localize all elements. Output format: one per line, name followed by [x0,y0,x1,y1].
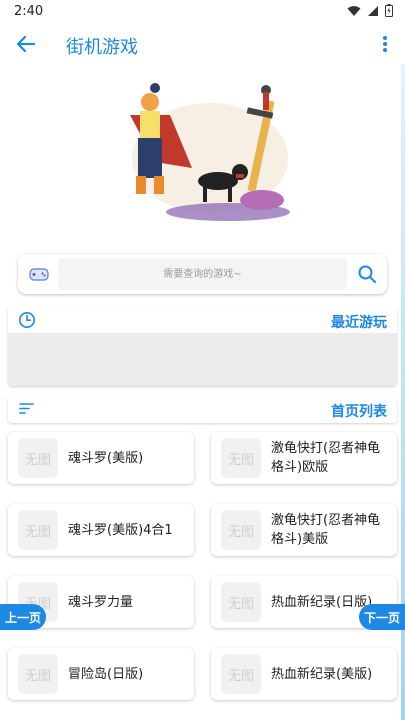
game-thumbnail: 无图 [18,438,58,478]
search-input[interactable] [58,258,347,290]
arrow-left-icon [16,35,36,53]
game-name: 热血新纪录(美版) [271,666,373,682]
home-list-title[interactable]: 首页列表 [331,401,387,421]
gamepad-icon [29,268,49,281]
recent-list [8,333,397,386]
game-name: 冒险岛(日版) [68,666,144,682]
game-name: 激龟快打(忍者神龟格斗)欧版 [271,441,381,475]
game-thumbnail: 无图 [18,654,58,694]
prev-page-button[interactable]: 上一页 [0,604,46,630]
home-list-header: 首页列表 [8,395,397,423]
status-time: 2:40 [14,4,44,19]
screen: 2:40 街机游戏 需要查询的游戏~ 最近游玩 首页列表 无图 魂斗罗(美版) … [0,0,405,720]
game-thumbnail: 无图 [221,582,261,622]
game-thumbnail: 无图 [18,510,58,550]
search-bar [18,254,387,294]
game-card[interactable]: 无图 冒险岛(日版) [8,648,194,700]
signal-icon [368,5,378,16]
recent-header: 最近游玩 [8,306,397,333]
game-card[interactable]: 无图 热血新纪录(美版) [211,648,397,700]
game-card[interactable]: 无图 魂斗罗(美版)4合1 [8,504,194,556]
next-page-button[interactable]: 下一页 [359,604,405,630]
game-card[interactable]: 无图 魂斗罗(美版) [8,432,194,484]
game-thumbnail: 无图 [221,510,261,550]
hero-illustration [130,83,290,221]
game-thumbnail: 无图 [221,438,261,478]
game-name: 魂斗罗力量 [68,594,134,610]
status-icons [347,4,393,17]
game-name: 激龟快打(忍者神龟格斗)美版 [271,513,381,547]
recent-title[interactable]: 最近游玩 [331,312,387,332]
more-vert-icon [383,36,387,52]
page-title: 街机游戏 [66,37,138,58]
back-button[interactable] [14,32,38,56]
game-card[interactable]: 无图 激龟快打(忍者神龟格斗)欧版 [211,432,397,484]
game-thumbnail: 无图 [221,654,261,694]
search-icon[interactable] [357,264,377,284]
game-name: 魂斗罗(美版)4合1 [68,522,173,538]
recent-section: 最近游玩 [8,306,397,386]
game-card[interactable]: 无图 激龟快打(忍者神龟格斗)美版 [211,504,397,556]
app-bar: 街机游戏 [0,24,405,64]
sort-icon [19,403,34,414]
game-name: 魂斗罗(美版) [68,450,144,466]
more-options-button[interactable] [377,32,393,56]
battery-icon [385,4,393,17]
wifi-icon [347,5,361,16]
clock-icon [19,312,35,328]
status-bar: 2:40 [0,0,405,24]
